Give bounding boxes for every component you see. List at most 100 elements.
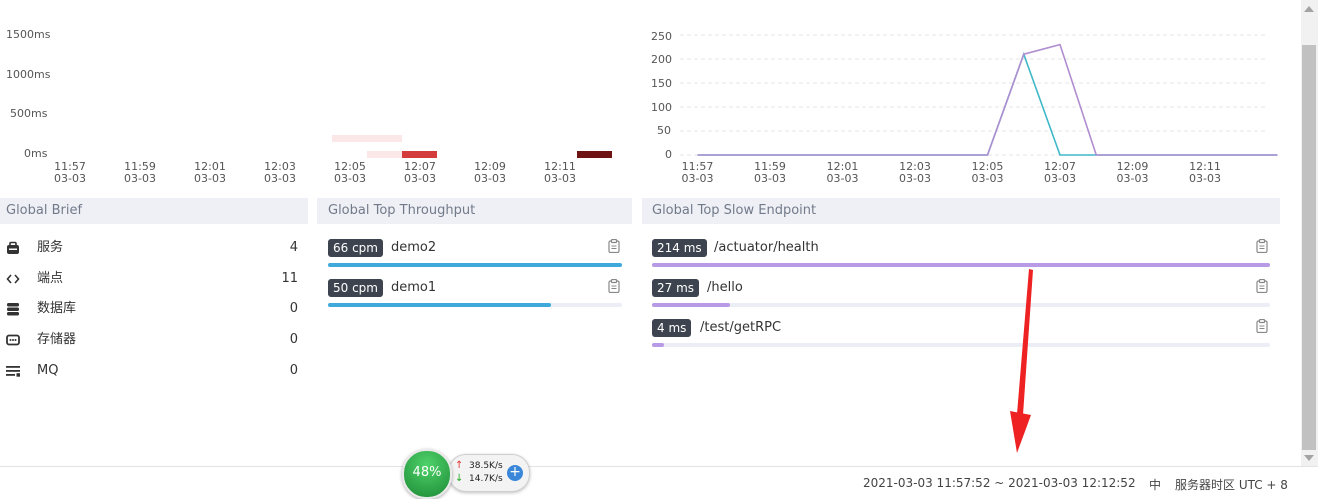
brief-row-storage[interactable]: 存储器 0: [0, 330, 300, 350]
clipboard-icon[interactable]: [1256, 279, 1268, 293]
x-tick: 11:57 03-03: [678, 161, 718, 185]
brief-row-mq[interactable]: MQ 0: [0, 361, 300, 381]
red-arrow-annotation: [1010, 269, 1033, 453]
heatmap-cell[interactable]: [577, 151, 612, 158]
x-tick-date: 03-03: [404, 172, 436, 185]
x-tick-date: 03-03: [1116, 172, 1149, 185]
throughput-item[interactable]: 66 cpm demo2: [328, 239, 622, 269]
slow-endpoint-header: Global Top Slow Endpoint: [642, 198, 1280, 224]
service-name: demo2: [391, 240, 437, 255]
y-tick: 1500ms: [6, 28, 51, 41]
latency-badge: 27 ms: [652, 279, 700, 297]
x-tick-date: 03-03: [264, 172, 296, 185]
endpoint-name: /actuator/health: [714, 240, 819, 255]
clipboard-icon[interactable]: [608, 279, 620, 293]
clipboard-icon[interactable]: [1256, 319, 1268, 333]
progress-fill: [652, 343, 665, 347]
heatmap-cell[interactable]: [402, 151, 437, 158]
series-line: [697, 43, 1278, 156]
throughput-header: Global Top Throughput: [317, 198, 632, 224]
heatmap-cell[interactable]: [367, 151, 402, 158]
code-icon: [6, 274, 20, 284]
latency-badge: 4 ms: [652, 319, 692, 337]
progress-fill: [652, 263, 1270, 267]
x-tick: 11:59 03-03: [750, 161, 790, 185]
x-tick-date: 03-03: [474, 172, 506, 185]
x-tick: 12:09 03-03: [470, 161, 510, 185]
scroll-down-arrow-icon[interactable]: [1304, 455, 1314, 461]
x-tick: 12:05 03-03: [968, 161, 1008, 185]
y-tick: 0ms: [24, 147, 48, 160]
x-tick-date: 03-03: [334, 172, 366, 185]
x-tick: 12:07 03-03: [1040, 161, 1080, 185]
x-tick-date: 03-03: [544, 172, 576, 185]
time-range[interactable]: 2021-03-03 11:57:52 ~ 2021-03-03 12:12:5…: [863, 476, 1136, 490]
x-tick-date: 03-03: [754, 172, 786, 185]
footer-bar: 2021-03-03 11:57:52 ~ 2021-03-03 12:12:5…: [0, 466, 1318, 498]
upload-speed: 38.5K/s: [469, 461, 503, 471]
x-tick: 12:11 03-03: [540, 161, 580, 185]
scroll-up-arrow-icon[interactable]: [1304, 6, 1314, 12]
scrollbar-thumb[interactable]: [1302, 45, 1316, 450]
y-tick: 1000ms: [6, 68, 51, 81]
series-line: [697, 51, 1278, 156]
brief-label: 服务: [37, 240, 64, 255]
brief-row-database[interactable]: 数据库 0: [0, 299, 300, 319]
briefcase-icon: [7, 241, 19, 254]
brief-label: MQ: [37, 363, 59, 378]
x-tick-date: 03-03: [681, 172, 714, 185]
x-tick-date: 03-03: [124, 172, 156, 185]
slow-endpoint-item[interactable]: 27 ms /hello: [652, 279, 1270, 309]
plus-icon[interactable]: +: [507, 465, 523, 481]
brief-row-services[interactable]: 服务 4: [0, 238, 300, 258]
progress-track: [328, 303, 622, 307]
list-icon: [6, 366, 20, 377]
global-brief-header: Global Brief: [0, 198, 308, 224]
progress-track: [652, 263, 1270, 267]
x-tick: 12:07 03-03: [400, 161, 440, 185]
x-tick: 11:59 03-03: [120, 161, 160, 185]
progress-track: [652, 343, 1270, 347]
x-tick-date: 03-03: [826, 172, 859, 185]
throughput-item[interactable]: 50 cpm demo1: [328, 279, 622, 309]
progress-track: [652, 303, 1270, 307]
cpm-badge: 66 cpm: [328, 239, 383, 257]
latency-badge: 214 ms: [652, 239, 707, 257]
x-tick-date: 03-03: [1044, 172, 1076, 185]
language-toggle[interactable]: 中: [1149, 476, 1161, 493]
storage-icon: [6, 334, 20, 346]
brief-label: 数据库: [37, 301, 77, 316]
x-tick: 12:05 03-03: [330, 161, 370, 185]
x-tick-date: 03-03: [194, 172, 226, 185]
line-plot-area: [680, 34, 1278, 156]
brief-value: 11: [281, 271, 298, 286]
brief-label: 存储器: [37, 332, 77, 347]
server-timezone: 服务器时区 UTC + 8: [1175, 478, 1288, 492]
clipboard-icon[interactable]: [608, 239, 620, 253]
progress-fill: [328, 263, 622, 267]
slow-endpoint-item[interactable]: 4 ms /test/getRPC: [652, 319, 1270, 349]
endpoint-name: /test/getRPC: [700, 320, 782, 335]
download-arrow-icon: ↓: [455, 473, 464, 484]
x-tick: 12:11 03-03: [1185, 161, 1225, 185]
service-name: demo1: [391, 280, 437, 295]
cpm-badge: 50 cpm: [328, 279, 383, 297]
memory-usage-ball[interactable]: 48%: [402, 449, 452, 499]
clipboard-icon[interactable]: [1256, 239, 1268, 253]
x-tick-date: 03-03: [54, 172, 86, 185]
x-tick-date: 03-03: [971, 172, 1004, 185]
x-tick: 12:09 03-03: [1113, 161, 1153, 185]
brief-value: 0: [289, 332, 298, 347]
x-tick: 12:03 03-03: [260, 161, 300, 185]
network-speed-widget[interactable]: ↑ 38.5K/s ↓ 14.7K/s +: [448, 454, 530, 492]
upload-arrow-icon: ↑: [455, 460, 464, 471]
x-tick: 12:03 03-03: [895, 161, 935, 185]
endpoint-name: /hello: [707, 280, 743, 295]
slow-endpoint-item[interactable]: 214 ms /actuator/health: [652, 239, 1270, 269]
x-tick: 11:57 03-03: [50, 161, 90, 185]
line-chart: 250 200 150 100 50 0 11:57 03-03 11:59 03-0…: [640, 20, 1300, 190]
heatmap-cell[interactable]: [332, 135, 402, 142]
usage-percent: 48%: [412, 465, 442, 480]
brief-row-endpoints[interactable]: 端点 11: [0, 269, 300, 289]
database-icon: [7, 303, 19, 316]
